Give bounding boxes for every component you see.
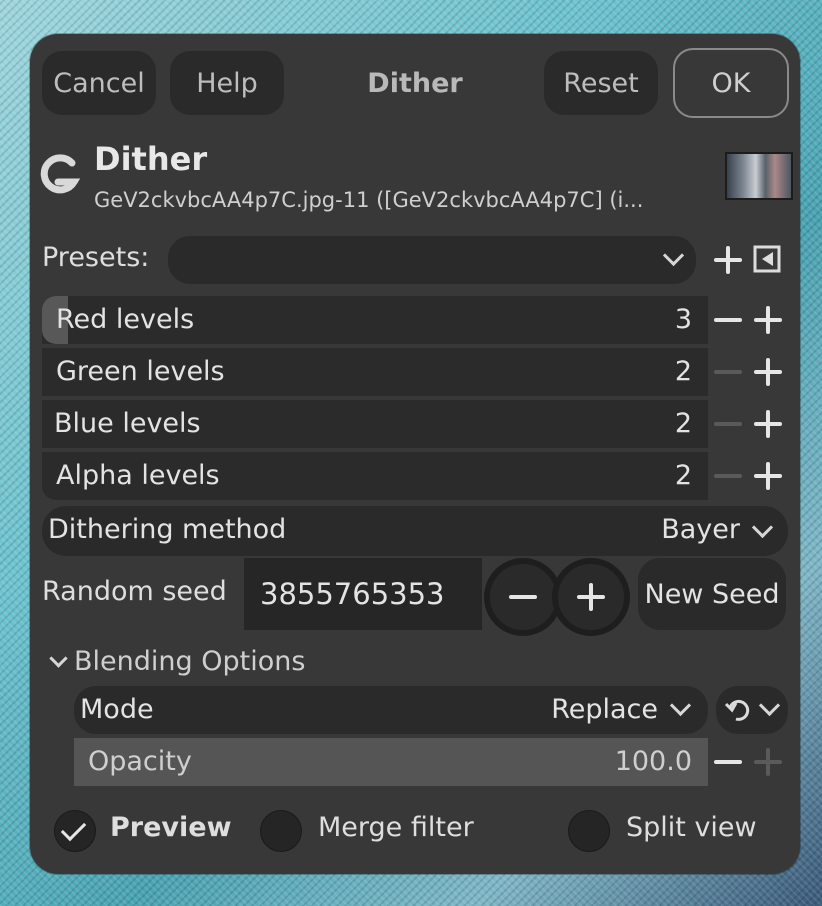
alpha-levels-plus-icon[interactable]	[754, 462, 782, 490]
alpha-levels-slider[interactable]: Alpha levels 2	[42, 452, 708, 500]
opacity-value: 100.0	[614, 746, 692, 777]
red-levels-label: Red levels	[56, 304, 195, 335]
preview-label: Preview	[110, 812, 232, 843]
opacity-minus-icon[interactable]	[714, 760, 742, 764]
alpha-levels-label: Alpha levels	[56, 460, 220, 491]
blue-levels-value: 2	[674, 408, 692, 439]
split-view-checkbox[interactable]	[568, 810, 610, 852]
split-view-label: Split view	[626, 812, 757, 843]
presets-combo[interactable]	[168, 236, 696, 284]
opacity-slider[interactable]: Opacity 100.0	[74, 738, 708, 786]
minus-icon	[509, 595, 537, 599]
preview-checkbox[interactable]	[54, 810, 96, 852]
green-levels-minus-icon[interactable]	[714, 370, 742, 374]
random-seed-label: Random seed	[42, 576, 227, 607]
red-levels-slider[interactable]: Red levels 3	[42, 296, 708, 344]
merge-filter-label: Merge filter	[318, 812, 474, 843]
merge-filter-checkbox[interactable]	[260, 810, 302, 852]
preset-menu-icon[interactable]	[753, 245, 781, 273]
chevron-down-icon	[758, 694, 781, 717]
plugin-title: Dither	[94, 140, 208, 178]
reset-button[interactable]: Reset	[544, 51, 658, 115]
red-levels-minus-icon[interactable]	[714, 318, 742, 322]
chevron-down-icon	[751, 516, 774, 539]
dialog-title: Dither	[367, 67, 463, 99]
help-button[interactable]: Help	[170, 51, 284, 115]
blue-levels-slider[interactable]: Blue levels 2	[42, 400, 708, 448]
green-levels-label: Green levels	[56, 356, 225, 387]
red-levels-plus-icon[interactable]	[754, 306, 782, 334]
plus-icon	[577, 583, 605, 611]
seed-increment-button[interactable]	[552, 558, 630, 636]
reset-icon	[724, 699, 750, 721]
red-levels-value: 3	[674, 304, 692, 335]
ok-button[interactable]: OK	[673, 48, 789, 118]
opacity-plus-icon[interactable]	[754, 748, 782, 776]
dithering-method-label: Dithering method	[48, 514, 287, 545]
image-thumbnail	[725, 152, 793, 200]
green-levels-value: 2	[674, 356, 692, 387]
gimp-logo-icon	[40, 154, 80, 194]
opacity-label: Opacity	[88, 746, 192, 777]
blend-mode-combo[interactable]: Mode Replace	[74, 686, 708, 734]
random-seed-input[interactable]: 3855765353	[244, 558, 482, 630]
dither-dialog: Cancel Help Dither Reset OK Dither GeV2c…	[30, 34, 800, 874]
mode-label: Mode	[80, 694, 154, 725]
presets-label: Presets:	[42, 242, 150, 273]
dithering-method-value: Bayer	[661, 514, 740, 545]
new-seed-button[interactable]: New Seed	[638, 558, 786, 630]
expander-chevron-icon[interactable]	[49, 649, 68, 668]
chevron-down-icon	[669, 694, 692, 717]
blue-levels-label: Blue levels	[54, 408, 201, 439]
alpha-levels-minus-icon[interactable]	[714, 474, 742, 478]
alpha-levels-value: 2	[674, 460, 692, 491]
blue-levels-plus-icon[interactable]	[754, 410, 782, 438]
blue-levels-minus-icon[interactable]	[714, 422, 742, 426]
dithering-method-combo[interactable]: Dithering method Bayer	[42, 506, 788, 556]
green-levels-slider[interactable]: Green levels 2	[42, 348, 708, 396]
composite-mode-button[interactable]	[716, 686, 788, 734]
add-preset-plus-icon[interactable]	[714, 246, 742, 274]
green-levels-plus-icon[interactable]	[754, 358, 782, 386]
image-subtitle: GeV2ckvbcAA4p7C.jpg-11 ([GeV2ckvbcAA4p7C…	[94, 188, 644, 212]
checkmark-icon	[60, 815, 87, 842]
mode-value: Replace	[551, 694, 658, 725]
cancel-button[interactable]: Cancel	[42, 51, 156, 115]
seed-decrement-button[interactable]	[484, 558, 562, 636]
blending-options-expander[interactable]: Blending Options	[74, 646, 305, 677]
chevron-down-icon	[662, 244, 685, 267]
